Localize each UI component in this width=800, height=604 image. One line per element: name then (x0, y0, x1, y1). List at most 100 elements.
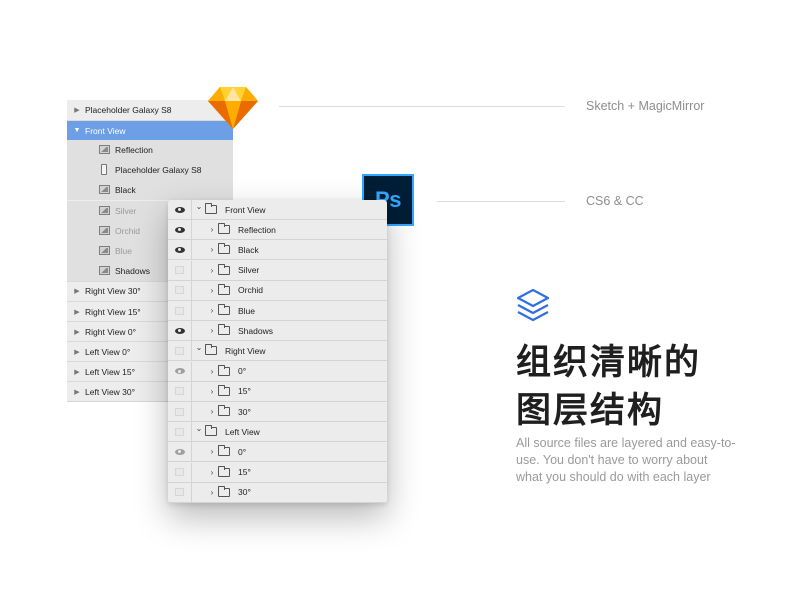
disclosure-right-icon[interactable]: ▶ (73, 388, 81, 396)
chevron-right-icon[interactable]: › (208, 306, 216, 315)
visibility-toggle[interactable] (168, 381, 192, 401)
ps-layer-label: Silver (238, 265, 260, 276)
disclosure-right-icon[interactable]: ▶ (73, 106, 81, 114)
ps-layer-row[interactable]: › Reflection (168, 220, 387, 241)
headline-line-2: 图层结构 (516, 391, 665, 431)
visibility-toggle[interactable] (168, 462, 192, 482)
visibility-toggle[interactable] (168, 422, 192, 442)
visibility-toggle[interactable] (168, 361, 192, 381)
sketch-layer-label: Blue (115, 245, 133, 256)
visibility-toggle[interactable] (168, 341, 192, 361)
headline-line-1: 组织清晰的 (516, 343, 702, 383)
ps-layer-row[interactable]: › 0° (168, 361, 387, 382)
visibility-toggle[interactable] (168, 321, 192, 341)
folder-icon (218, 243, 230, 255)
ps-layer-row[interactable]: › 15° (168, 381, 387, 402)
visibility-toggle[interactable] (168, 240, 192, 260)
folder-icon (218, 405, 230, 416)
ps-layer-row[interactable]: › Shadows (168, 321, 387, 342)
folder-icon (205, 344, 217, 356)
sketch-layer-label: Placeholder Galaxy S8 (85, 105, 172, 115)
ps-layer-label: Left View (225, 426, 260, 437)
disclosure-right-icon[interactable]: ▶ (73, 308, 81, 316)
chevron-right-icon[interactable]: › (208, 407, 216, 416)
sketch-layer-row[interactable]: Placeholder Galaxy S8 (67, 160, 233, 181)
layers-stack-icon (516, 288, 550, 322)
visibility-toggle[interactable] (168, 442, 192, 462)
eye-icon (174, 206, 185, 213)
visibility-off-box (175, 387, 184, 396)
chevron-down-icon[interactable]: ⌄ (195, 424, 203, 433)
visibility-toggle[interactable] (168, 260, 192, 280)
ps-layer-row[interactable]: › Orchid (168, 280, 387, 301)
ps-layer-row[interactable]: ⌄ Left View (168, 422, 387, 443)
chevron-right-icon[interactable]: › (208, 245, 216, 254)
chevron-right-icon[interactable]: › (208, 326, 216, 335)
sketch-layer-label: Front View (85, 125, 126, 136)
visibility-toggle[interactable] (168, 301, 192, 320)
ps-layer-row[interactable]: › 15° (168, 462, 387, 483)
chevron-right-icon[interactable]: › (208, 266, 216, 275)
visibility-off-box (175, 488, 184, 497)
disclosure-right-icon[interactable]: ▶ (73, 328, 81, 336)
ps-layer-row[interactable]: › Silver (168, 260, 387, 281)
ps-layer-row[interactable]: › 0° (168, 442, 387, 463)
sketch-connector-line (279, 106, 565, 107)
visibility-toggle[interactable] (168, 220, 192, 240)
eye-icon (174, 448, 185, 455)
sketch-layer-row[interactable]: Black (67, 180, 233, 201)
ps-layer-row[interactable]: ⌄ Right View (168, 341, 387, 362)
image-layer-icon (99, 265, 110, 275)
ps-layer-row[interactable]: › Black (168, 240, 387, 261)
chevron-right-icon[interactable]: › (208, 488, 216, 497)
ps-layer-row[interactable]: › 30° (168, 482, 387, 503)
sketch-layer-label: Left View 30° (85, 386, 136, 397)
disclosure-right-icon[interactable]: ▶ (73, 287, 81, 295)
visibility-toggle[interactable] (168, 402, 192, 421)
folder-icon (205, 203, 217, 214)
ps-layer-label: Front View (225, 204, 266, 215)
visibility-off-box (175, 407, 184, 416)
visibility-toggle[interactable] (168, 280, 192, 300)
sketch-layer-row[interactable]: Reflection (67, 140, 233, 161)
chevron-down-icon[interactable]: ⌄ (195, 202, 203, 211)
sketch-diamond-logo (208, 87, 258, 129)
disclosure-down-icon[interactable]: ▼ (73, 127, 81, 134)
folder-icon (218, 364, 230, 376)
chevron-right-icon[interactable]: › (208, 225, 216, 234)
eye-icon (174, 226, 185, 233)
sketch-layer-label: Black (115, 185, 136, 196)
visibility-toggle[interactable] (168, 200, 192, 219)
sketch-layer-label: Left View 0° (85, 346, 131, 357)
ps-layer-label: 0° (238, 366, 247, 377)
ps-layer-label: Orchid (238, 285, 264, 296)
ps-layer-label: Shadows (238, 325, 273, 336)
eye-icon (174, 246, 185, 253)
visibility-off-box (175, 286, 184, 295)
disclosure-right-icon[interactable]: ▶ (73, 368, 81, 376)
chevron-right-icon[interactable]: › (208, 468, 216, 477)
ps-layer-label: 30° (238, 487, 251, 498)
ps-layer-label: 30° (238, 406, 251, 417)
chevron-right-icon[interactable]: › (208, 367, 216, 376)
chevron-right-icon[interactable]: › (208, 447, 216, 456)
ps-layer-label: 15° (238, 467, 251, 478)
disclosure-right-icon[interactable]: ▶ (73, 348, 81, 356)
ps-layer-row[interactable]: › Blue (168, 301, 387, 321)
ps-layer-label: 15° (238, 386, 251, 397)
ps-layer-label: Right View (225, 345, 266, 356)
ps-layer-row[interactable]: ⌄ Front View (168, 200, 387, 220)
ps-layer-row[interactable]: › 30° (168, 402, 387, 422)
photoshop-layers-panel: ⌄ Front View › Reflection › Black › Silver › Orch… (168, 200, 387, 503)
sketch-layer-label: Placeholder Galaxy S8 (115, 165, 202, 176)
visibility-toggle[interactable] (168, 482, 192, 502)
chevron-down-icon[interactable]: ⌄ (195, 343, 203, 352)
phone-layer-icon (101, 164, 107, 176)
sketch-layer-label: Orchid (115, 225, 141, 236)
ps-layer-label: Black (238, 244, 259, 255)
sketch-layer-label: Right View 15° (85, 306, 141, 317)
chevron-right-icon[interactable]: › (208, 286, 216, 295)
folder-icon (218, 283, 230, 295)
chevron-right-icon[interactable]: › (208, 387, 216, 396)
ps-connector-line (437, 201, 565, 202)
